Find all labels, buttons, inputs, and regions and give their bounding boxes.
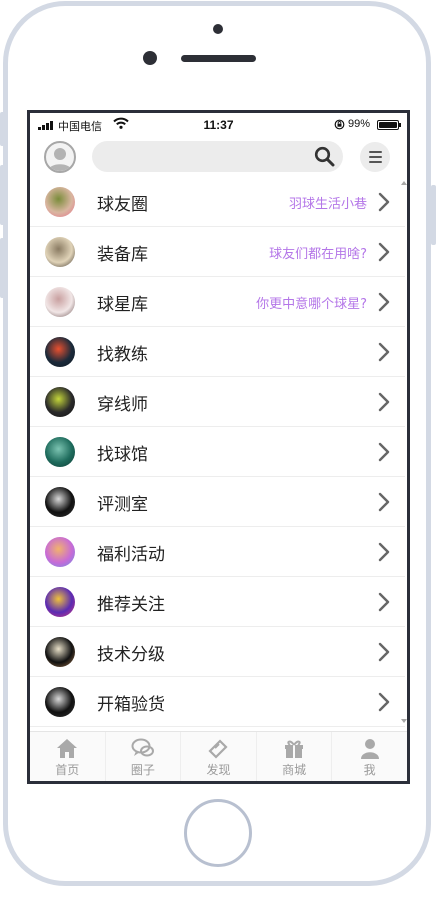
earpiece-speaker — [181, 55, 256, 62]
sunset-avatar — [45, 337, 75, 367]
tab-label: 我 — [363, 763, 376, 777]
list-item[interactable]: 球友圈 羽球生活小巷 — [30, 177, 405, 227]
list-item-label: 装备库 — [97, 245, 148, 265]
list-item-label: 开箱验货 — [97, 695, 165, 715]
list-item[interactable]: 球星库 你更中意哪个球星? — [30, 277, 405, 327]
list-item[interactable]: 找球馆 — [30, 427, 405, 477]
chevron-right-icon — [378, 342, 390, 362]
list-item-label: 技术分级 — [97, 645, 165, 665]
scrollbar[interactable] — [401, 177, 407, 727]
list-item[interactable]: 开箱验货 — [30, 677, 405, 727]
girl-avatar — [45, 287, 75, 317]
chevron-right-icon — [378, 692, 390, 712]
home-icon — [57, 739, 78, 758]
abstract-avatar — [45, 587, 75, 617]
list-item[interactable]: 评测室 — [30, 477, 405, 527]
list-item[interactable]: 技术分级 — [30, 627, 405, 677]
ocean-avatar — [45, 437, 75, 467]
gift-icon — [285, 740, 304, 758]
chevron-right-icon — [378, 492, 390, 512]
status-bar: 中国电信 11:37 99% — [30, 113, 407, 137]
portrait-avatar — [45, 237, 75, 267]
arch-avatar — [45, 687, 75, 717]
tab-label: 发现 — [206, 763, 231, 777]
battery-percent: 99% — [348, 118, 371, 130]
chevron-right-icon — [378, 542, 390, 562]
tab-label: 商城 — [282, 763, 307, 777]
arch-avatar — [45, 487, 75, 517]
list-item-label: 推荐关注 — [97, 595, 165, 615]
volume-up-button — [0, 165, 5, 225]
sensor — [143, 51, 157, 65]
chevron-right-icon — [378, 392, 390, 412]
ticket-icon — [208, 739, 229, 759]
flowers-avatar — [45, 187, 75, 217]
chevron-right-icon — [378, 242, 390, 262]
orientation-lock-icon — [334, 119, 345, 130]
list-item-subtitle: 羽球生活小巷 — [288, 197, 367, 212]
tab-bar: 首页 圈子 发现 商城 我 — [30, 731, 407, 781]
mute-switch — [0, 112, 5, 146]
chevron-right-icon — [378, 192, 390, 212]
tab-label: 圈子 — [130, 763, 155, 777]
nebula-avatar — [45, 537, 75, 567]
volume-down-button — [0, 238, 5, 298]
category-list: 球友圈 羽球生活小巷 装备库 球友们都在用啥? 球星库 你更中意哪个球星? 找教… — [30, 177, 407, 727]
phone-screen: 中国电信 11:37 99% 球友圈 羽球生活小巷 装备库 球友们都在用啥? 球… — [27, 110, 410, 784]
chevron-right-icon — [378, 292, 390, 312]
list-item[interactable]: 推荐关注 — [30, 577, 405, 627]
list-item[interactable]: 找教练 — [30, 327, 405, 377]
my-avatar[interactable] — [44, 141, 76, 173]
home-button[interactable] — [184, 799, 252, 867]
battery-icon — [377, 120, 401, 130]
list-item-subtitle: 你更中意哪个球星? — [256, 297, 367, 312]
figures-avatar — [45, 637, 75, 667]
chevron-right-icon — [378, 442, 390, 462]
tab-label: 首页 — [55, 763, 80, 777]
list-item[interactable]: 穿线师 — [30, 377, 405, 427]
search-input[interactable] — [92, 141, 343, 172]
power-button — [431, 185, 436, 245]
chevron-right-icon — [378, 592, 390, 612]
default-user-icon — [48, 148, 72, 171]
list-item-subtitle: 球友们都在用啥? — [269, 247, 367, 262]
battery-level — [379, 122, 397, 128]
list-item-label: 球友圈 — [97, 195, 148, 215]
list-item-label: 球星库 — [97, 295, 148, 315]
menu-button[interactable] — [360, 142, 390, 172]
list-item-label: 找球馆 — [97, 445, 148, 465]
list-item-label: 穿线师 — [97, 395, 148, 415]
list-item[interactable]: 福利活动 — [30, 527, 405, 577]
menu-icon — [368, 151, 382, 153]
tab-4[interactable]: 商城 — [257, 732, 333, 781]
search-icon[interactable] — [314, 146, 335, 167]
tab-1[interactable]: 首页 — [30, 732, 106, 781]
list-item[interactable]: 装备库 球友们都在用啥? — [30, 227, 405, 277]
tab-2[interactable]: 圈子 — [106, 732, 182, 781]
scroll-down-arrow-icon[interactable] — [401, 717, 407, 725]
chevron-right-icon — [378, 642, 390, 662]
scroll-up-arrow-icon[interactable] — [401, 179, 407, 187]
list-item-label: 找教练 — [97, 345, 148, 365]
chat-bubbles-icon — [131, 738, 154, 757]
list-item-label: 福利活动 — [97, 545, 165, 565]
tab-3[interactable]: 发现 — [181, 732, 257, 781]
car-avatar — [45, 387, 75, 417]
person-icon — [360, 739, 379, 759]
tab-5[interactable]: 我 — [332, 732, 407, 781]
list-item-label: 评测室 — [97, 495, 148, 515]
front-camera — [213, 24, 223, 34]
